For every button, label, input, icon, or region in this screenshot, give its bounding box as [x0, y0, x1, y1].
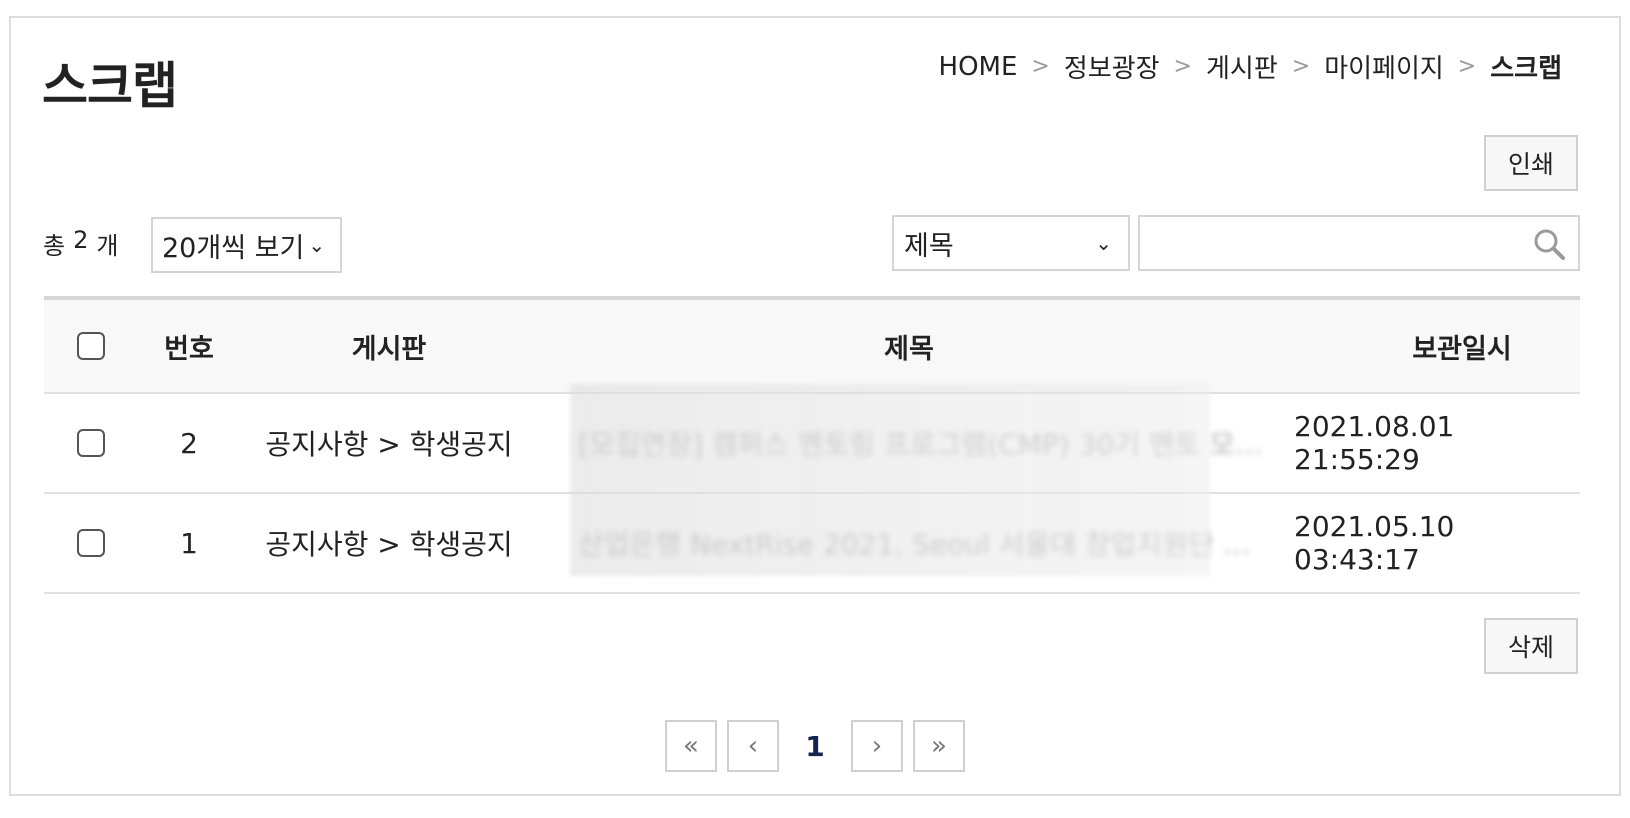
- prev-page-button[interactable]: ‹: [727, 720, 779, 772]
- header-title: 제목: [884, 333, 934, 365]
- chevron-down-icon: ⌄: [1095, 231, 1112, 255]
- table-header: 번호 게시판 제목 보관일시: [44, 296, 1580, 394]
- next-page-button[interactable]: ›: [851, 720, 903, 772]
- breadcrumb-current: 스크랩: [1490, 54, 1562, 84]
- row-board: 공지사항 > 학생공지: [265, 528, 513, 561]
- header-number: 번호: [164, 333, 214, 365]
- breadcrumb-board[interactable]: 게시판: [1206, 48, 1278, 85]
- row-number: 2: [180, 426, 198, 460]
- page-title: 스크랩: [42, 57, 178, 115]
- scrap-table: 번호 게시판 제목 보관일시 2 공지사항 > 학생공지 [모집연장] 캠퍼스 …: [44, 296, 1580, 594]
- breadcrumb-home[interactable]: HOME: [939, 52, 1018, 82]
- total-prefix: 총: [43, 232, 66, 260]
- row-saved-at: 2021.05.10 03:43:17: [1294, 510, 1455, 576]
- table-row: 1 공지사항 > 학생공지 산업은행 NextRise 2021, Seoul …: [44, 494, 1580, 594]
- header-board: 게시판: [351, 333, 427, 365]
- breadcrumb-info-plaza[interactable]: 정보광장: [1064, 48, 1160, 85]
- search-field-select[interactable]: 제목 ⌄: [892, 215, 1130, 271]
- search-icon[interactable]: [1532, 227, 1566, 261]
- chevron-right-icon: >: [1457, 54, 1477, 79]
- row-title-link[interactable]: 산업은행 NextRise 2021, Seoul 서울대 창업지원단 …: [578, 523, 1284, 563]
- first-page-button[interactable]: «: [665, 720, 717, 772]
- row-title-cell: [모집연장] 캠퍼스 멘토링 프로그램(CMP) 30기 멘토 모집 …: [534, 394, 1284, 492]
- chevron-right-icon: >: [1031, 54, 1050, 79]
- delete-button[interactable]: 삭제: [1484, 618, 1578, 674]
- total-count: 총 2 개: [43, 226, 118, 261]
- row-checkbox-cell: [76, 394, 106, 492]
- row-board: 공지사항 > 학생공지: [265, 428, 513, 461]
- header-saved-at: 보관일시: [1412, 333, 1512, 365]
- pagination: « ‹ 1 › »: [665, 720, 965, 772]
- search-box: [1138, 215, 1580, 271]
- chevron-right-icon: >: [1173, 54, 1192, 79]
- select-all-checkbox[interactable]: [77, 332, 105, 360]
- search-field-value: 제목: [904, 230, 954, 262]
- per-page-select[interactable]: 20개씩 보기 ⌄: [151, 217, 342, 273]
- chevron-right-icon: >: [1291, 54, 1311, 79]
- breadcrumb: HOME > 정보광장 > 게시판 > 마이페이지 > 스크랩: [939, 48, 1562, 85]
- row-title-link[interactable]: [모집연장] 캠퍼스 멘토링 프로그램(CMP) 30기 멘토 모집 …: [578, 423, 1284, 463]
- print-button[interactable]: 인쇄: [1484, 135, 1578, 191]
- page-number-current[interactable]: 1: [789, 720, 841, 772]
- total-number: 2: [73, 226, 89, 254]
- total-suffix: 개: [96, 232, 119, 260]
- row-title-cell: 산업은행 NextRise 2021, Seoul 서울대 창업지원단 …: [534, 494, 1284, 592]
- header-checkbox-cell: [76, 300, 106, 392]
- table-row: 2 공지사항 > 학생공지 [모집연장] 캠퍼스 멘토링 프로그램(CMP) 3…: [44, 394, 1580, 494]
- breadcrumb-mypage[interactable]: 마이페이지: [1324, 48, 1444, 85]
- row-saved-at: 2021.08.01 21:55:29: [1294, 410, 1455, 476]
- search-input[interactable]: [1140, 217, 1520, 269]
- chevron-down-icon: ⌄: [308, 233, 326, 257]
- row-checkbox-cell: [76, 494, 106, 592]
- last-page-button[interactable]: »: [913, 720, 965, 772]
- row-number: 1: [180, 526, 198, 560]
- row-checkbox[interactable]: [77, 529, 105, 557]
- row-checkbox[interactable]: [77, 429, 105, 457]
- per-page-value: 20개씩 보기: [162, 232, 305, 264]
